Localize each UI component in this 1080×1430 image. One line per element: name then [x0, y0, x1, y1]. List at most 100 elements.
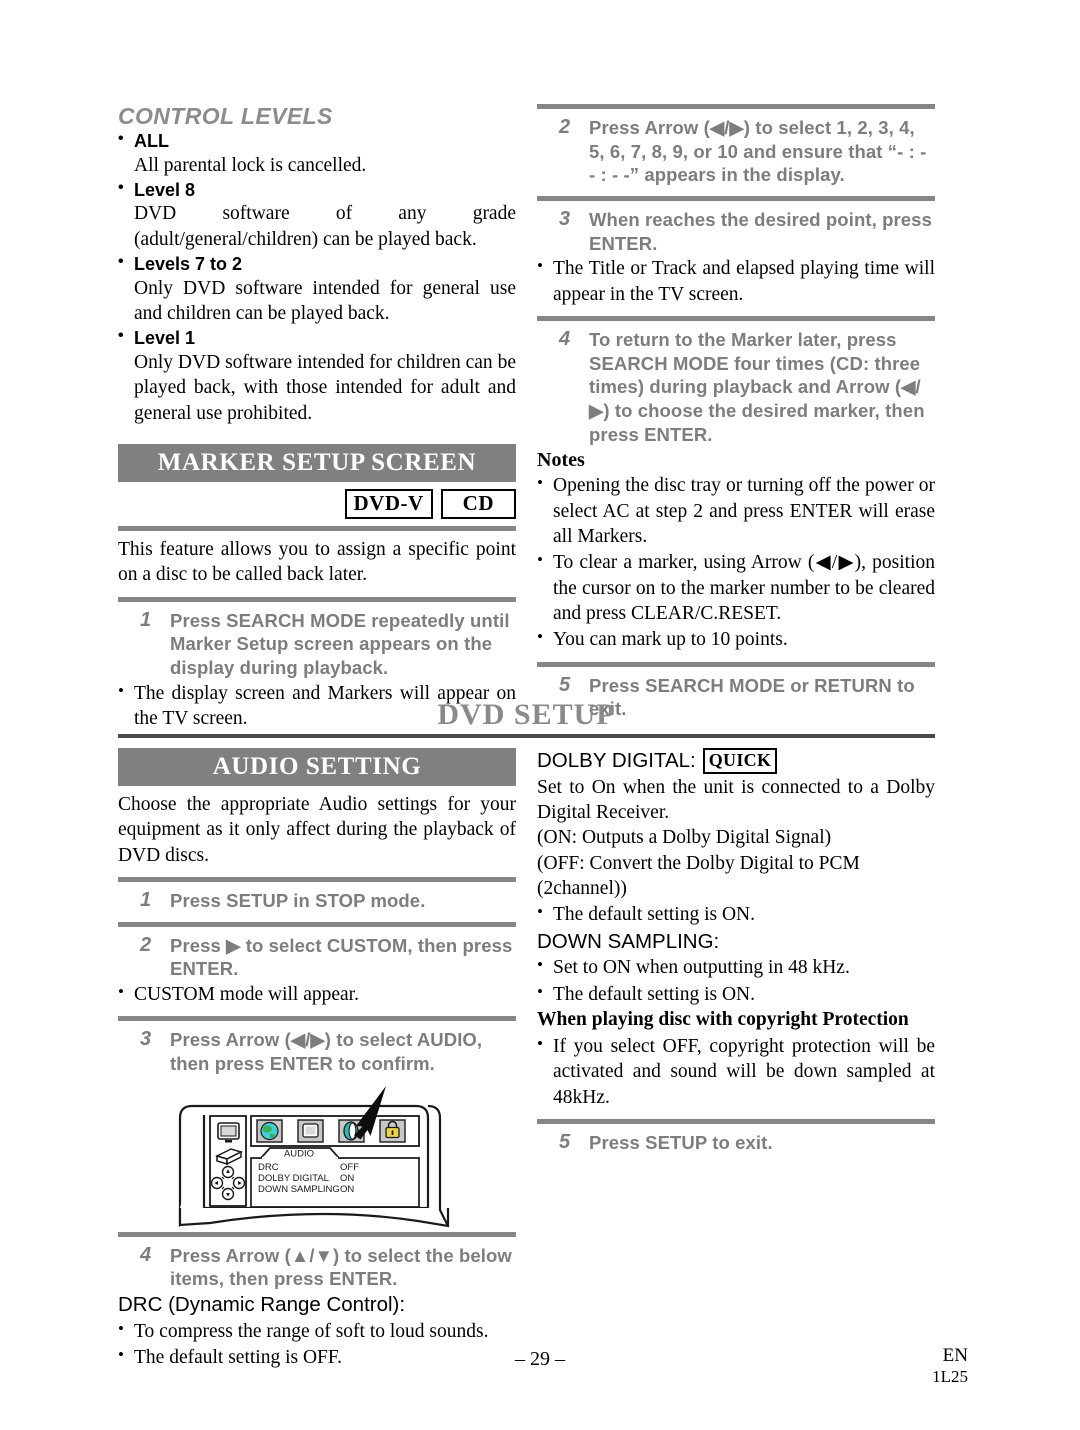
dolby-default-notes: The default setting is ON. [537, 901, 935, 927]
tv-monitor-icon [217, 1121, 240, 1143]
step-number: 5 [559, 1131, 571, 1154]
list-item: The default setting is ON. [537, 901, 935, 927]
step-number: 2 [140, 933, 152, 956]
list-item: To clear a marker, using Arrow (◀/▶), po… [537, 549, 935, 626]
control-level-desc: DVD software of any grade (adult/general… [134, 203, 516, 250]
right-column-lower: DOLBY DIGITAL: QUICK Set to On when the … [537, 748, 935, 1155]
down-sampling-notes: Set to ON when outputting in 48 kHz. The… [537, 954, 935, 1007]
audio-step-4: 4 Press Arrow (▲/▼) to select the below … [118, 1244, 516, 1291]
manual-page: CONTROL LEVELS ALL All parental lock is … [0, 0, 1080, 1430]
step-text: Press SETUP to exit. [589, 1132, 773, 1154]
tv-base-curve [178, 1207, 450, 1228]
list-item: CUSTOM mode will appear. [118, 981, 516, 1007]
footer-page-number: – 29 – [515, 1348, 565, 1370]
marker-setup-intro: This feature allows you to assign a spec… [118, 538, 516, 586]
badge-dvd-v: DVD-V [344, 488, 433, 519]
page-title: DVD SETUP [437, 698, 616, 731]
list-item: Set to ON when outputting in 48 kHz. [537, 954, 935, 980]
divider [118, 525, 516, 531]
step-number: 4 [559, 328, 571, 351]
divider [537, 661, 935, 667]
audio-setting-intro: Choose the appropriate Audio settings fo… [118, 794, 516, 866]
osd-row-label: DOWN SAMPLING [258, 1184, 340, 1195]
marker-step-4: 4 To return to the Marker later, press S… [537, 328, 935, 446]
osd-row-value: ON [340, 1173, 354, 1184]
divider [118, 1231, 516, 1237]
list-item: If you select OFF, copyright protection … [537, 1033, 935, 1110]
marker-setup-band-title: MARKER SETUP SCREEN [118, 443, 516, 482]
left-column-lower: AUDIO SETTING Choose the appropriate Aud… [118, 748, 516, 1370]
osd-row-label: DOLBY DIGITAL [258, 1173, 329, 1184]
audio-step-3: 3 Press Arrow (◀/▶) to select AUDIO, the… [118, 1028, 516, 1075]
left-column-upper: CONTROL LEVELS ALL All parental lock is … [118, 104, 516, 731]
disc-type-badges: DVD-V CD [118, 488, 516, 519]
footer-language: EN [942, 1345, 968, 1366]
osd-row-value: OFF [340, 1162, 359, 1173]
step-text: When reaches the desired point, press EN… [589, 209, 932, 254]
control-level-term: ALL [118, 129, 516, 153]
osd-row-label: DRC [258, 1162, 279, 1173]
list-item: The default setting is ON. [537, 981, 935, 1007]
globe-language-icon [256, 1119, 283, 1143]
dolby-digital-label: DOLBY DIGITAL: [537, 748, 696, 772]
control-level-term: Levels 7 to 2 [118, 252, 516, 276]
right-column-upper: 2 Press Arrow (◀/▶) to select 1, 2, 3, 4… [537, 104, 935, 721]
marker-step-2: 2 Press Arrow (◀/▶) to select 1, 2, 3, 4… [537, 116, 935, 187]
divider [537, 316, 935, 322]
step-number: 1 [140, 889, 152, 912]
badge-cd: CD [440, 488, 516, 519]
list-item: Opening the disc tray or turning off the… [537, 472, 935, 549]
osd-row-value: ON [340, 1184, 354, 1195]
copyright-protection-notes: If you select OFF, copyright protection … [537, 1033, 935, 1110]
control-levels-title: CONTROL LEVELS [118, 103, 333, 129]
step-number: 5 [559, 673, 571, 696]
dolby-digital-heading-row: DOLBY DIGITAL: QUICK [537, 748, 935, 774]
control-level-desc: Only DVD software intended for children … [134, 351, 516, 424]
copyright-protection-heading: When playing disc with copyright Protect… [537, 1009, 909, 1031]
notes-heading: Notes [537, 449, 585, 472]
marker-step-3: 3 When reaches the desired point, press … [537, 208, 935, 255]
audio-step-5: 5 Press SETUP to exit. [537, 1131, 935, 1155]
step-number: 4 [140, 1243, 152, 1266]
divider [118, 877, 516, 883]
list-item: The Title or Track and elapsed playing t… [537, 255, 935, 307]
step-number: 2 [559, 116, 571, 138]
divider [118, 1016, 516, 1022]
divider [537, 1119, 935, 1125]
divider [118, 596, 516, 602]
lock-parental-icon [379, 1119, 406, 1143]
step-text: Press SEARCH MODE repeatedly until Marke… [170, 609, 510, 679]
control-level-term: Level 1 [118, 326, 516, 350]
control-level-desc: Only DVD software intended for general u… [134, 277, 516, 325]
step-number: 3 [559, 208, 571, 231]
dolby-digital-desc: Set to On when the unit is connected to … [537, 776, 935, 824]
list-item: You can mark up to 10 points. [537, 626, 935, 652]
control-level-desc: All parental lock is cancelled. [134, 154, 367, 176]
step-text: Press SETUP in STOP mode. [170, 890, 426, 912]
step-number: 3 [140, 1028, 152, 1051]
audio-step-2-notes: CUSTOM mode will appear. [118, 981, 516, 1007]
osd-setup-illustration: AUDIO DRC OFF DOLBY DIGITAL ON DOWN SAMP… [118, 1080, 516, 1230]
marker-step-3-notes: The Title or Track and elapsed playing t… [537, 255, 935, 307]
notes-list: Opening the disc tray or turning off the… [537, 472, 935, 652]
down-sampling-heading: DOWN SAMPLING: [537, 929, 720, 953]
dolby-on-line: (ON: Outputs a Dolby Digital Signal) [537, 827, 832, 849]
step-text: Press Arrow (◀/▶) to select 1, 2, 3, 4, … [589, 117, 927, 186]
dolby-off-line: (OFF: Convert the Dolby Digital to PCM (… [537, 852, 860, 900]
divider [537, 196, 935, 202]
display-screen-icon [297, 1119, 324, 1143]
audio-step-2: 2 Press ▶ to select CUSTOM, then press E… [118, 934, 516, 981]
step-number: 1 [140, 608, 152, 631]
osd-illustration-svg: AUDIO DRC OFF DOLBY DIGITAL ON DOWN SAMP… [178, 1085, 450, 1228]
divider [537, 104, 935, 109]
divider [118, 921, 516, 927]
step-text: To return to the Marker later, press SEA… [589, 329, 925, 445]
audio-setting-band-title: AUDIO SETTING [118, 748, 516, 786]
audio-step-1: 1 Press SETUP in STOP mode. [118, 889, 516, 913]
step-text: Press Arrow (◀/▶) to select AUDIO, then … [170, 1029, 483, 1075]
dvd-setup-section-header: DVD SETUP [118, 700, 935, 738]
drc-heading: DRC (Dynamic Range Control): [118, 1293, 406, 1317]
footer-right: EN 1L25 [932, 1345, 968, 1386]
list-item: To compress the range of soft to loud so… [118, 1318, 516, 1344]
step-text: Press ▶ to select CUSTOM, then press ENT… [170, 934, 513, 980]
